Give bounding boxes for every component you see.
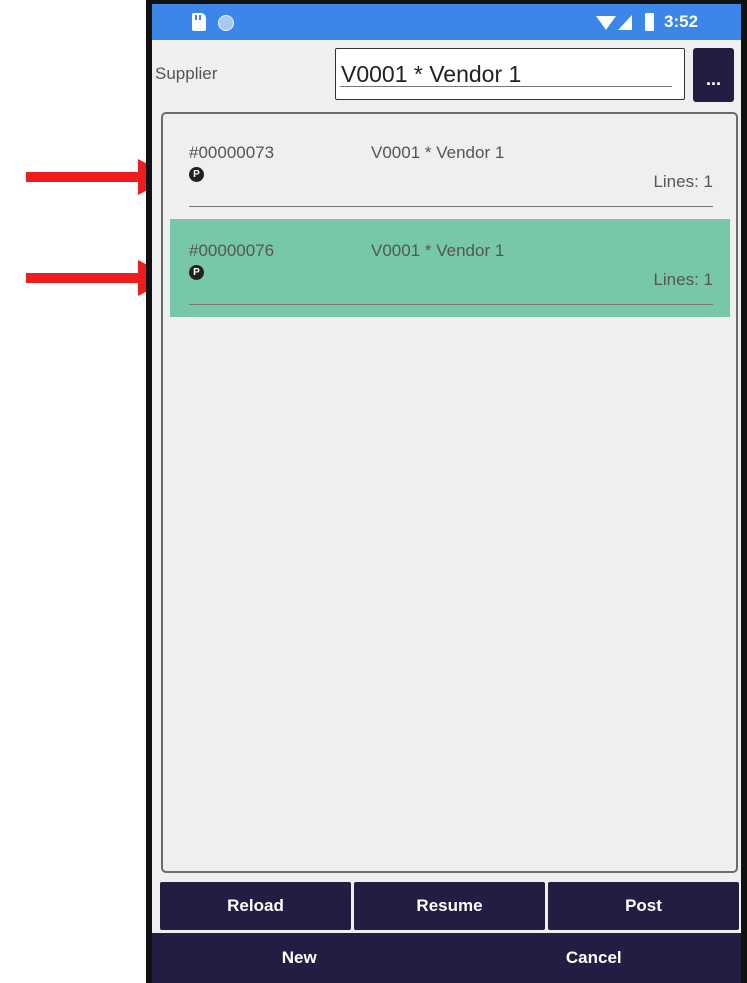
supplier-field[interactable]: V0001 * Vendor 1: [335, 48, 685, 100]
screen: 3:52 Supplier V0001 * Vendor 1 ... #0000…: [152, 4, 741, 983]
document-lines: Lines: 1: [653, 172, 713, 191]
document-lines: Lines: 1: [653, 270, 713, 289]
reload-button[interactable]: Reload: [160, 882, 351, 930]
list-item[interactable]: #00000073 V0001 * Vendor 1 P Lines: 1: [170, 121, 730, 219]
document-vendor: V0001 * Vendor 1: [371, 143, 505, 162]
bottom-nav: New Cancel: [152, 933, 741, 983]
list-item-selected[interactable]: #00000076 V0001 * Vendor 1 P Lines: 1: [170, 219, 730, 317]
posted-status-icon: P: [189, 265, 204, 280]
supplier-value: V0001 * Vendor 1: [341, 61, 522, 87]
signal-icon: [618, 15, 632, 30]
document-vendor: V0001 * Vendor 1: [371, 241, 505, 260]
wifi-icon: [596, 16, 616, 30]
new-button[interactable]: New: [152, 933, 447, 983]
supplier-label: Supplier: [155, 64, 218, 83]
row-divider: [189, 304, 713, 305]
document-number: #00000076: [189, 241, 275, 260]
notification-dot-icon: [218, 15, 234, 31]
cancel-button[interactable]: Cancel: [447, 933, 742, 983]
document-number: #00000073: [189, 143, 275, 162]
document-list[interactable]: #00000073 V0001 * Vendor 1 P Lines: 1 #0…: [161, 112, 738, 873]
supplier-browse-button[interactable]: ...: [693, 48, 734, 102]
status-bar: 3:52: [152, 4, 741, 40]
row-divider: [189, 206, 713, 207]
battery-icon: [645, 13, 654, 31]
supplier-field-underline: [340, 86, 672, 87]
phone-frame: 3:52 Supplier V0001 * Vendor 1 ... #0000…: [146, 0, 747, 983]
action-buttons: Reload Resume Post: [160, 882, 739, 930]
resume-button[interactable]: Resume: [354, 882, 545, 930]
sd-card-icon: [192, 13, 206, 31]
status-time: 3:52: [664, 12, 699, 31]
stage: 3:52 Supplier V0001 * Vendor 1 ... #0000…: [0, 0, 747, 983]
posted-status-icon: P: [189, 167, 204, 182]
post-button[interactable]: Post: [548, 882, 739, 930]
